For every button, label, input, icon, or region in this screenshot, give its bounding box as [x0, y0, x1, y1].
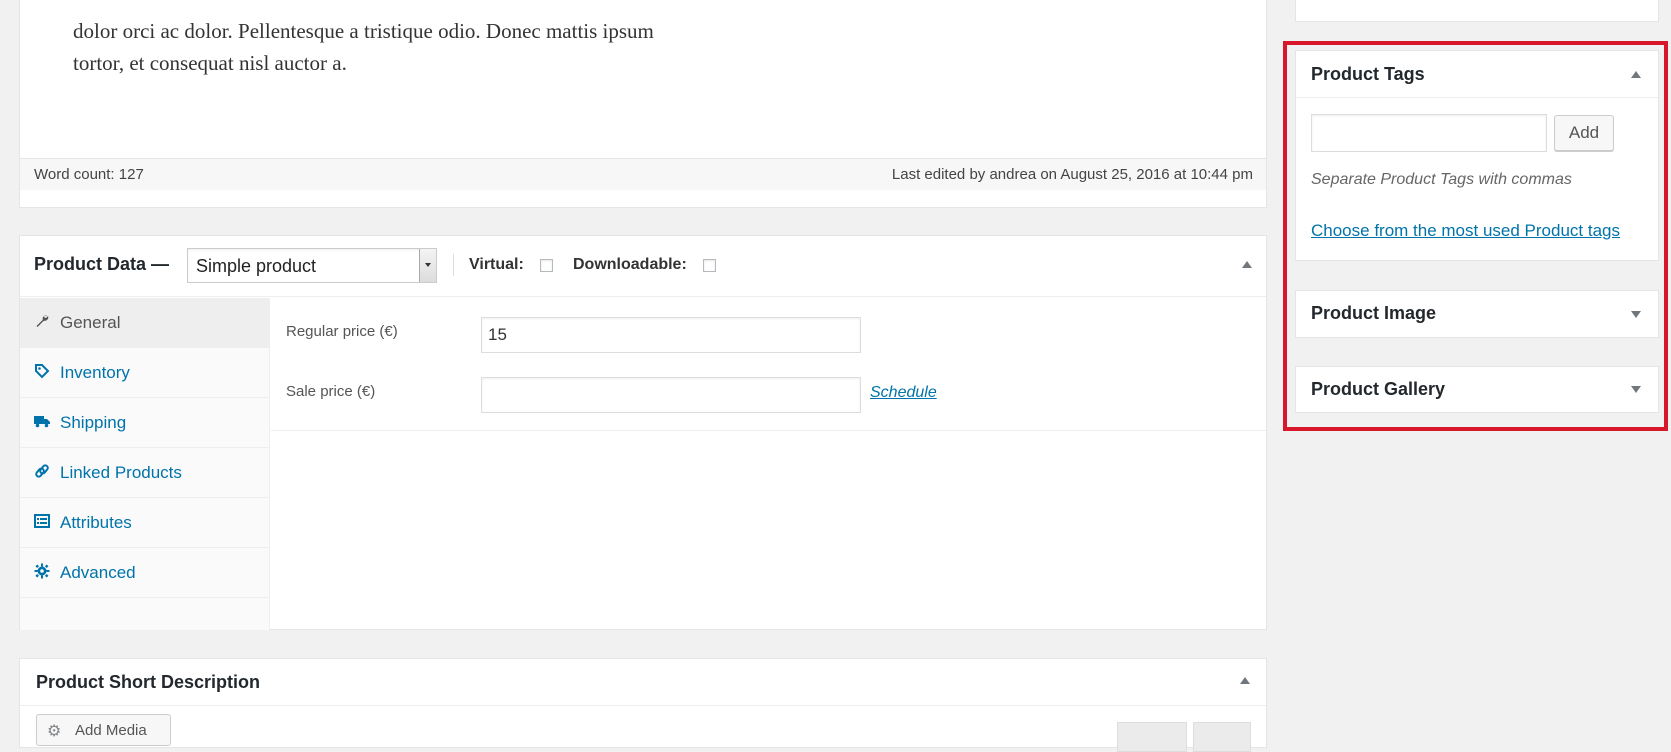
post-editor: dolor orci ac dolor. Pellentesque a tris… [19, 0, 1267, 208]
tab-general[interactable]: General [20, 298, 269, 348]
sidebar-box-partial [1295, 0, 1659, 22]
tag-icon [34, 363, 50, 379]
short-description-title: Product Short Description [36, 672, 261, 692]
tab-label: Shipping [60, 413, 127, 432]
media-icon: ⚙ [47, 723, 62, 740]
add-media-button[interactable]: ⚙ Add Media [36, 714, 171, 746]
product-short-description-box: Product Short Description ⚙ Add Media [19, 658, 1267, 752]
list-icon [34, 513, 50, 529]
product-data-title: Product Data — [34, 254, 170, 274]
tab-label: Linked Products [60, 463, 182, 482]
wrench-icon [34, 313, 50, 329]
chevron-down-icon [419, 249, 436, 282]
collapse-arrow-icon[interactable] [1242, 261, 1252, 268]
tab-label: Advanced [60, 563, 136, 582]
gear-icon [34, 563, 50, 579]
product-data-box: Product Data — Simple product Virtual: D… [19, 235, 1267, 630]
truck-icon [34, 413, 50, 429]
product-data-tabs: General Inventory Shipping Linked Produc… [20, 298, 270, 630]
product-type-select[interactable]: Simple product [187, 248, 437, 283]
tab-attributes[interactable]: Attributes [20, 498, 269, 548]
tab-inventory[interactable]: Inventory [20, 348, 269, 398]
sale-price-input[interactable] [481, 377, 861, 413]
virtual-checkbox[interactable] [540, 259, 553, 272]
divider [271, 430, 1266, 431]
sale-price-label: Sale price (€) [286, 383, 376, 400]
schedule-link[interactable]: Schedule [870, 384, 937, 402]
last-edited: Last edited by andrea on August 25, 2016… [891, 166, 1253, 183]
editor-content[interactable]: dolor orci ac dolor. Pellentesque a tris… [73, 15, 813, 79]
tab-shipping[interactable]: Shipping [20, 398, 269, 448]
downloadable-checkbox[interactable] [703, 259, 716, 272]
add-media-label: Add Media [75, 722, 147, 739]
editor-status-bar: Word count: 127 Last edited by andrea on… [20, 158, 1266, 190]
tab-label: Inventory [60, 363, 130, 382]
tab-label: Attributes [60, 513, 132, 532]
regular-price-label: Regular price (€) [286, 323, 398, 340]
divider [453, 254, 454, 276]
editor-line: tortor, et consequat nisl auctor a. [73, 51, 347, 75]
editor-line: dolor orci ac dolor. Pellentesque a tris… [73, 19, 654, 43]
link-icon [34, 463, 50, 479]
word-count: Word count: 127 [34, 166, 144, 183]
tab-linked-products[interactable]: Linked Products [20, 448, 269, 498]
product-data-header: Product Data — Simple product Virtual: D… [20, 236, 1266, 297]
virtual-label: Virtual: [469, 256, 524, 273]
regular-price-input[interactable]: 15 [481, 317, 861, 353]
collapse-arrow-icon[interactable] [1240, 677, 1250, 684]
divider [20, 705, 1266, 706]
product-type-value: Simple product [196, 256, 317, 276]
tab-advanced[interactable]: Advanced [20, 548, 269, 598]
tab-label: General [60, 313, 121, 332]
text-tab[interactable] [1193, 722, 1251, 752]
downloadable-label: Downloadable: [573, 256, 687, 273]
highlight-box [1283, 41, 1668, 431]
visual-tab[interactable] [1117, 722, 1187, 752]
